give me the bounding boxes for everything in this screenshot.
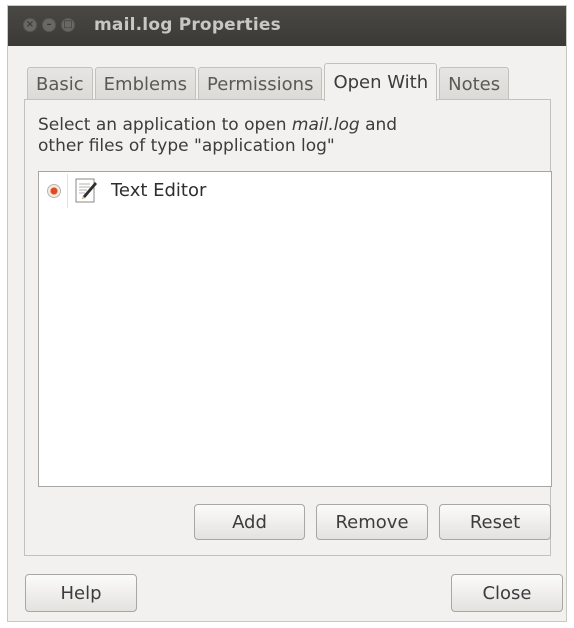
window-close-icon[interactable]: × (23, 18, 37, 32)
tab-open-with[interactable]: Open With (324, 63, 438, 101)
column-divider (67, 174, 68, 208)
close-button[interactable]: Close (451, 574, 563, 612)
description-filename: mail.log (291, 115, 360, 135)
properties-window: × – □ mail.log Properties Basic Emblems … (7, 5, 567, 622)
list-item[interactable]: Text Editor (39, 172, 551, 208)
add-button[interactable]: Add (194, 504, 305, 540)
text-editor-icon (75, 178, 97, 204)
tab-permissions[interactable]: Permissions (197, 67, 323, 101)
open-with-panel: Select an application to open mail.log a… (24, 99, 552, 556)
app-name: Text Editor (111, 180, 207, 201)
description-mid: and (359, 115, 398, 135)
description-line2: other files of type "application log" (38, 136, 335, 156)
application-list[interactable]: Text Editor (38, 171, 552, 487)
window-title: mail.log Properties (94, 15, 281, 35)
default-app-radio[interactable] (47, 184, 61, 198)
tab-bar: Basic Emblems Permissions Open With Note… (27, 63, 511, 101)
reset-button[interactable]: Reset (439, 504, 551, 540)
tab-emblems[interactable]: Emblems (94, 67, 196, 101)
remove-button[interactable]: Remove (316, 504, 428, 540)
window-maximize-icon[interactable]: □ (61, 18, 75, 32)
open-with-description: Select an application to open mail.log a… (38, 115, 498, 157)
tab-basic[interactable]: Basic (27, 67, 93, 101)
title-bar[interactable]: × – □ mail.log Properties (8, 6, 566, 46)
help-button[interactable]: Help (25, 574, 137, 612)
tab-notes[interactable]: Notes (439, 67, 510, 101)
window-minimize-icon[interactable]: – (42, 18, 56, 32)
description-prefix: Select an application to open (38, 115, 292, 135)
